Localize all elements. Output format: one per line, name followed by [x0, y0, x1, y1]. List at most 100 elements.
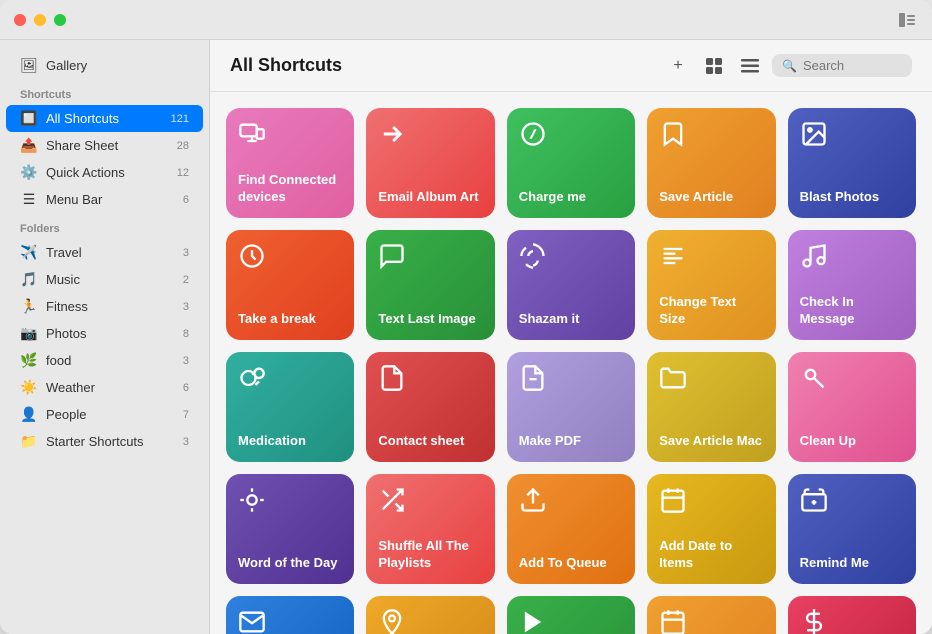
add-button[interactable]: +: [664, 52, 692, 80]
shortcut-icon-contact-sheet: [378, 364, 482, 399]
shortcut-label-word-of-day: Word of the Day: [238, 555, 342, 572]
travel-icon: ✈️: [20, 244, 38, 261]
shortcut-card-add-to-queue[interactable]: Add To Queue: [507, 474, 635, 584]
shortcut-label-change-text: Change Text Size: [659, 294, 763, 328]
shortcut-card-clean-up[interactable]: Clean Up: [788, 352, 916, 462]
grid-view-button[interactable]: [700, 52, 728, 80]
shortcut-card-save-article[interactable]: Save Article: [647, 108, 775, 218]
shortcut-card-blast-photos[interactable]: Blast Photos: [788, 108, 916, 218]
list-view-button[interactable]: [736, 52, 764, 80]
photos-label: Photos: [46, 326, 165, 341]
sidebar-item-all-shortcuts[interactable]: 🔲 All Shortcuts 121: [6, 105, 203, 132]
shortcuts-grid: Find Connected devices Email Album Art C…: [210, 92, 932, 634]
fitness-label: Fitness: [46, 299, 165, 314]
shortcut-icon-charge-me: [519, 120, 623, 155]
travel-label: Travel: [46, 245, 165, 260]
food-label: food: [46, 353, 165, 368]
shortcut-icon-take-break: [238, 242, 342, 277]
search-input[interactable]: [803, 58, 902, 73]
shortcut-card-contact-sheet[interactable]: Contact sheet: [366, 352, 494, 462]
sidebar-item-starter[interactable]: 📁 Starter Shortcuts 3: [6, 428, 203, 455]
photos-icon: 📷: [20, 325, 38, 342]
shortcut-icon-check-in: [800, 242, 904, 277]
shortcut-icon-clean-up: [800, 364, 904, 399]
sidebar-item-food[interactable]: 🌿 food 3: [6, 347, 203, 374]
shortcut-label-shuffle-all: Shuffle All The Playlists: [378, 538, 482, 572]
shortcut-card-sort-lines[interactable]: Sort Lines: [507, 596, 635, 634]
all-shortcuts-icon: 🔲: [20, 110, 38, 127]
sidebar-item-quick-actions[interactable]: ⚙️ Quick Actions 12: [6, 159, 203, 186]
shortcut-card-medication[interactable]: Medication: [226, 352, 354, 462]
starter-label: Starter Shortcuts: [46, 434, 165, 449]
food-icon: 🌿: [20, 352, 38, 369]
gallery-icon: 🖼: [20, 57, 38, 74]
music-label: Music: [46, 272, 165, 287]
all-shortcuts-label: All Shortcuts: [46, 111, 163, 126]
search-icon: 🔍: [782, 59, 797, 73]
shortcut-card-text-last[interactable]: Text Last Image: [366, 230, 494, 340]
sidebar-item-travel[interactable]: ✈️ Travel 3: [6, 239, 203, 266]
shortcut-icon-email-album: [378, 120, 482, 155]
shortcut-card-how-many-days[interactable]: How Many Days Until: [647, 596, 775, 634]
shortcut-icon-sort-lines: [519, 608, 623, 634]
shortcut-card-shuffle-all[interactable]: Shuffle All The Playlists: [366, 474, 494, 584]
shortcut-icon-add-to-queue: [519, 486, 623, 521]
maximize-button[interactable]: [54, 14, 66, 26]
shortcut-icon-find-connected: [238, 120, 342, 155]
food-badge: 3: [173, 355, 189, 367]
shortcut-card-email-myself[interactable]: Email Myself: [226, 596, 354, 634]
shortcut-label-save-article-mac: Save Article Mac: [659, 433, 763, 450]
share-sheet-icon: 📤: [20, 137, 38, 154]
starter-badge: 3: [173, 436, 189, 448]
starter-icon: 📁: [20, 433, 38, 450]
shortcut-card-charge-me[interactable]: Charge me: [507, 108, 635, 218]
sidebar-item-fitness[interactable]: 🏃 Fitness 3: [6, 293, 203, 320]
shortcut-card-find-connected[interactable]: Find Connected devices: [226, 108, 354, 218]
shortcut-card-calculate-tip[interactable]: Calculate Tip: [788, 596, 916, 634]
menu-bar-badge: 6: [173, 194, 189, 206]
menu-bar-label: Menu Bar: [46, 192, 165, 207]
app-window: 🖼 Gallery Shortcuts 🔲 All Shortcuts 121 …: [0, 0, 932, 634]
quick-actions-label: Quick Actions: [46, 165, 165, 180]
sidebar-item-people[interactable]: 👤 People 7: [6, 401, 203, 428]
shortcut-label-text-last: Text Last Image: [378, 311, 482, 328]
shortcut-icon-change-text: [659, 242, 763, 277]
all-shortcuts-badge: 121: [171, 113, 189, 125]
fitness-icon: 🏃: [20, 298, 38, 315]
sidebar-toggle-button[interactable]: [896, 9, 918, 31]
sidebar-section-shortcuts: Shortcuts: [0, 79, 209, 105]
shortcut-label-find-connected: Find Connected devices: [238, 172, 342, 206]
music-icon: 🎵: [20, 271, 38, 288]
shortcut-card-add-date[interactable]: Add Date to Items: [647, 474, 775, 584]
shortcut-card-word-of-day[interactable]: Word of the Day: [226, 474, 354, 584]
shortcut-card-change-text[interactable]: Change Text Size: [647, 230, 775, 340]
shortcut-card-take-break[interactable]: Take a break: [226, 230, 354, 340]
sidebar-item-weather[interactable]: ☀️ Weather 6: [6, 374, 203, 401]
shortcut-card-check-in[interactable]: Check In Message: [788, 230, 916, 340]
shortcut-icon-word-of-day: [238, 486, 342, 521]
shortcut-card-gas-street[interactable]: Gas On This Street: [366, 596, 494, 634]
sidebar-item-music[interactable]: 🎵 Music 2: [6, 266, 203, 293]
music-badge: 2: [173, 274, 189, 286]
shortcut-card-email-album[interactable]: Email Album Art: [366, 108, 494, 218]
shortcut-card-remind-me[interactable]: Remind Me: [788, 474, 916, 584]
minimize-button[interactable]: [34, 14, 46, 26]
shortcut-label-shazam: Shazam it: [519, 311, 623, 328]
weather-label: Weather: [46, 380, 165, 395]
sidebar-item-menu-bar[interactable]: ☰ Menu Bar 6: [6, 186, 203, 213]
page-title: All Shortcuts: [230, 55, 652, 76]
shortcut-label-make-pdf: Make PDF: [519, 433, 623, 450]
sidebar-item-gallery[interactable]: 🖼 Gallery: [6, 52, 203, 79]
titlebar: [0, 0, 932, 40]
shortcut-card-save-article-mac[interactable]: Save Article Mac: [647, 352, 775, 462]
sidebar-item-share-sheet[interactable]: 📤 Share Sheet 28: [6, 132, 203, 159]
shortcut-icon-email-myself: [238, 608, 342, 634]
shortcut-card-make-pdf[interactable]: Make PDF: [507, 352, 635, 462]
menu-bar-icon: ☰: [20, 191, 38, 208]
shortcut-icon-shazam: [519, 242, 623, 277]
shortcut-icon-text-last: [378, 242, 482, 277]
shortcut-label-medication: Medication: [238, 433, 342, 450]
sidebar-item-photos[interactable]: 📷 Photos 8: [6, 320, 203, 347]
shortcut-card-shazam[interactable]: Shazam it: [507, 230, 635, 340]
close-button[interactable]: [14, 14, 26, 26]
